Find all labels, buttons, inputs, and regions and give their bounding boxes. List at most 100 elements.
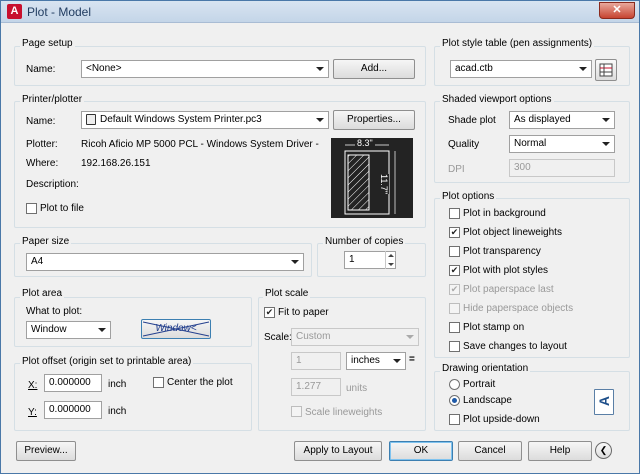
scale-lineweights-label[interactable]: Scale lineweights bbox=[305, 407, 382, 418]
plot-dialog: A Plot - Model ✕ Page setup Name: <None>… bbox=[0, 0, 640, 474]
plot-option-checkbox[interactable] bbox=[449, 341, 460, 352]
shade-plot-label: Shade plot bbox=[448, 115, 496, 126]
portrait-radio[interactable] bbox=[449, 379, 460, 390]
shade-plot-select[interactable]: As displayed bbox=[509, 111, 615, 129]
quality-value: Normal bbox=[514, 138, 547, 149]
preview-button[interactable]: Preview... bbox=[16, 441, 76, 461]
landscape-label[interactable]: Landscape bbox=[463, 395, 512, 406]
plot-option-checkbox[interactable] bbox=[449, 246, 460, 257]
fit-to-paper-label[interactable]: Fit to paper bbox=[278, 307, 329, 318]
upside-down-label[interactable]: Plot upside-down bbox=[463, 414, 540, 425]
chevron-down-icon bbox=[98, 328, 106, 332]
chevron-down-icon bbox=[393, 359, 401, 363]
help-button[interactable]: Help bbox=[528, 441, 592, 461]
offset-y-unit: inch bbox=[108, 406, 127, 417]
plot-option-label[interactable]: Plot stamp on bbox=[463, 322, 524, 333]
style-table-select[interactable]: acad.ctb bbox=[450, 60, 592, 78]
scale-label: Scale: bbox=[264, 332, 292, 343]
page-setup-name-select[interactable]: <None> bbox=[81, 60, 329, 78]
preview-width-label: 8.3" bbox=[355, 138, 375, 148]
landscape-radio[interactable] bbox=[449, 395, 460, 406]
add-page-setup-button[interactable]: Add... bbox=[333, 59, 415, 79]
chevron-down-icon bbox=[406, 335, 414, 339]
chevron-down-icon bbox=[316, 118, 324, 122]
paper-size-title: Paper size bbox=[20, 236, 72, 247]
scale-units-value: inches bbox=[351, 355, 380, 366]
offset-y-input[interactable]: 0.000000 bbox=[44, 401, 102, 419]
printer-name-value: Default Windows System Printer.pc3 bbox=[100, 114, 262, 125]
scale-value: Custom bbox=[296, 331, 331, 342]
orientation-letter: A bbox=[596, 395, 613, 407]
plot-option-checkbox[interactable] bbox=[449, 208, 460, 219]
close-button[interactable]: ✕ bbox=[599, 2, 635, 19]
page-setup-name-label: Name: bbox=[26, 64, 56, 75]
dpi-label: DPI bbox=[448, 164, 465, 175]
plot-option-label[interactable]: Plot transparency bbox=[463, 246, 541, 257]
portrait-label[interactable]: Portrait bbox=[463, 379, 495, 390]
where-value: 192.168.26.151 bbox=[81, 158, 151, 169]
copies-title: Number of copies bbox=[323, 236, 406, 247]
preview-height-label: 11.7" bbox=[379, 174, 389, 195]
plot-option-label[interactable]: Plot paperspace last bbox=[463, 284, 554, 295]
offset-x-input[interactable]: 0.000000 bbox=[44, 374, 102, 392]
style-table-title: Plot style table (pen assignments) bbox=[440, 38, 595, 49]
edit-table-button[interactable] bbox=[595, 59, 617, 81]
description-label: Description: bbox=[26, 179, 79, 190]
plot-to-file-checkbox[interactable] bbox=[26, 203, 37, 214]
plotter-value: Ricoh Aficio MP 5000 PCL - Windows Syste… bbox=[81, 139, 321, 150]
plot-option-checkbox[interactable] bbox=[449, 303, 460, 314]
plot-option-label[interactable]: Save changes to layout bbox=[463, 341, 567, 352]
crossed-out-icon bbox=[142, 321, 210, 337]
fit-to-paper-checkbox[interactable] bbox=[264, 307, 275, 318]
copies-spinner[interactable] bbox=[385, 251, 395, 269]
style-table-value: acad.ctb bbox=[455, 63, 493, 74]
paper-size-select[interactable]: A4 bbox=[26, 253, 304, 271]
center-plot-checkbox[interactable] bbox=[153, 377, 164, 388]
printer-name-label: Name: bbox=[26, 116, 56, 127]
collapse-button[interactable]: ❮ bbox=[595, 442, 612, 459]
properties-button[interactable]: Properties... bbox=[333, 110, 415, 130]
offset-y-label: Y: bbox=[28, 407, 37, 418]
plot-option-label[interactable]: Plot in background bbox=[463, 208, 546, 219]
window-title: Plot - Model bbox=[27, 5, 92, 19]
scale-lineweights-checkbox[interactable] bbox=[291, 406, 302, 417]
scale-denominator-input[interactable]: 1.277 bbox=[291, 378, 341, 396]
ok-button[interactable]: OK bbox=[389, 441, 453, 461]
plot-to-file-label[interactable]: Plot to file bbox=[40, 203, 84, 214]
chevron-down-icon bbox=[579, 67, 587, 71]
quality-select[interactable]: Normal bbox=[509, 135, 615, 153]
plot-option-label[interactable]: Hide paperspace objects bbox=[463, 303, 573, 314]
title-bar[interactable]: A Plot - Model ✕ bbox=[1, 1, 639, 23]
plot-option-checkbox[interactable] bbox=[449, 265, 460, 276]
plot-option-checkbox[interactable] bbox=[449, 322, 460, 333]
page-setup-title: Page setup bbox=[20, 38, 75, 49]
what-to-plot-select[interactable]: Window bbox=[26, 321, 111, 339]
scale-numerator-input[interactable]: 1 bbox=[291, 352, 341, 370]
plot-area-title: Plot area bbox=[20, 288, 65, 299]
apply-to-layout-button[interactable]: Apply to Layout bbox=[294, 441, 382, 461]
plot-option-label[interactable]: Plot with plot styles bbox=[463, 265, 548, 276]
center-plot-label[interactable]: Center the plot bbox=[167, 377, 233, 388]
paper-size-value: A4 bbox=[31, 256, 44, 267]
offset-x-unit: inch bbox=[108, 379, 127, 390]
paper-preview-graphic bbox=[344, 144, 396, 215]
printer-name-select[interactable]: Default Windows System Printer.pc3 bbox=[81, 111, 329, 129]
copies-value: 1 bbox=[349, 254, 355, 265]
dpi-input[interactable]: 300 bbox=[509, 159, 615, 177]
chevron-down-icon bbox=[602, 142, 610, 146]
cancel-button[interactable]: Cancel bbox=[458, 441, 522, 461]
scale-select[interactable]: Custom bbox=[291, 328, 419, 346]
shade-plot-value: As displayed bbox=[514, 114, 571, 125]
plot-options-group bbox=[434, 198, 630, 358]
plot-option-label[interactable]: Plot object lineweights bbox=[463, 227, 562, 238]
printer-icon bbox=[86, 114, 96, 125]
what-to-plot-label: What to plot: bbox=[26, 306, 83, 317]
scale-units-select[interactable]: inches bbox=[346, 352, 406, 370]
plot-option-checkbox[interactable] bbox=[449, 284, 460, 295]
upside-down-checkbox[interactable] bbox=[449, 414, 460, 425]
shaded-title: Shaded viewport options bbox=[440, 94, 554, 105]
window-pick-button[interactable]: Window< bbox=[141, 319, 211, 339]
plot-option-checkbox[interactable] bbox=[449, 227, 460, 238]
quality-label: Quality bbox=[448, 139, 480, 150]
copies-input[interactable]: 1 bbox=[344, 251, 396, 269]
